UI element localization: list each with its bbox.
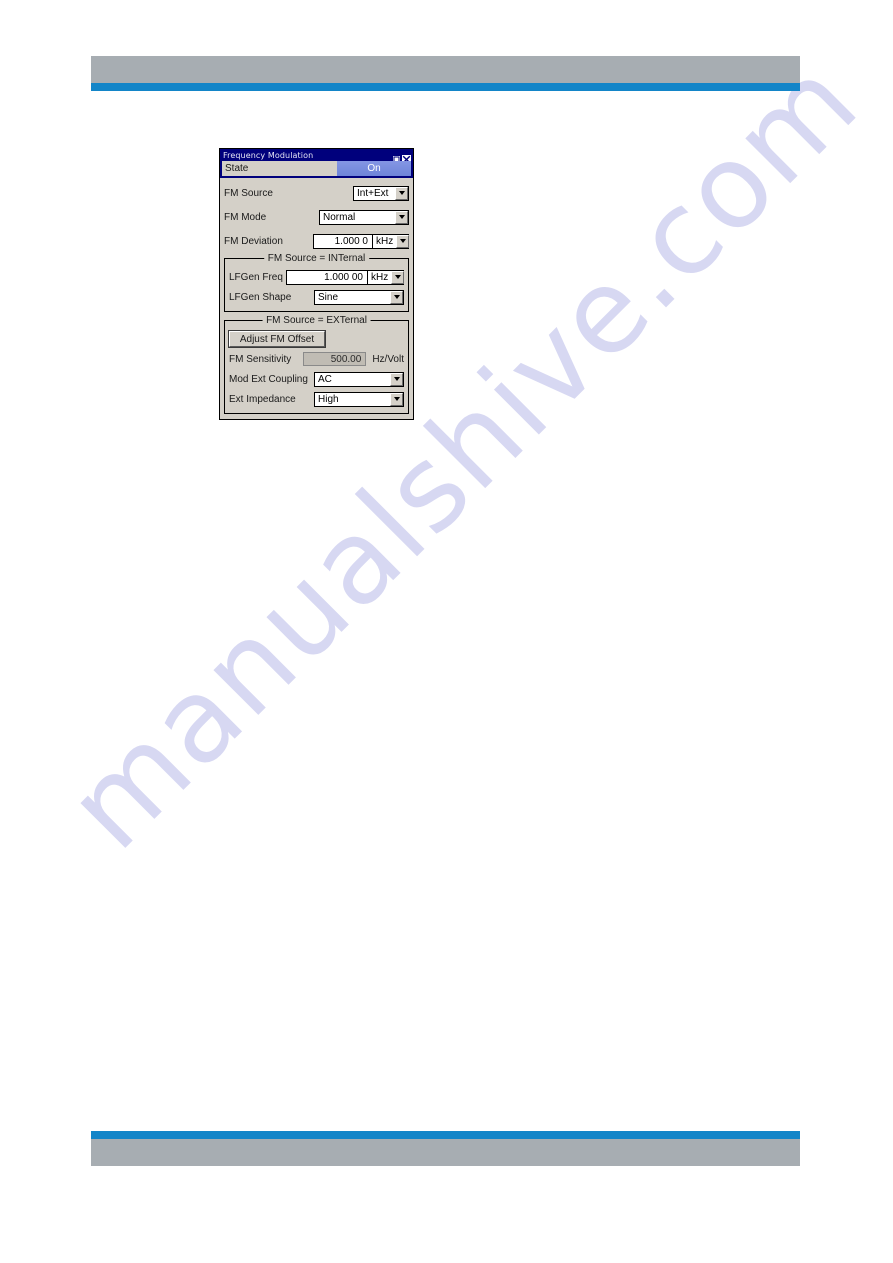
lfgen-freq-unit-select[interactable]: kHz <box>368 269 405 285</box>
lfgen-freq-input[interactable]: 1.000 00 <box>286 269 368 285</box>
mod-ext-coupling-row: Mod Ext Coupling AC <box>229 370 404 388</box>
lfgen-freq-row: LFGen Freq 1.000 00 kHz <box>229 268 405 286</box>
lfgen-freq-label: LFGen Freq <box>229 271 283 283</box>
dialog-body: FM Source Int+Ext FM Mode Normal FM Devi… <box>220 184 413 419</box>
external-group-title: FM Source = EXTernal <box>262 315 371 326</box>
adjust-fm-offset-button[interactable]: Adjust FM Offset <box>228 330 326 348</box>
chevron-down-icon[interactable] <box>395 210 408 224</box>
state-label: State <box>222 161 337 176</box>
fm-deviation-label: FM Deviation <box>224 235 283 247</box>
mod-ext-coupling-label: Mod Ext Coupling <box>229 373 308 385</box>
lfgen-shape-label: LFGen Shape <box>229 291 292 303</box>
page-header-band <box>91 56 800 91</box>
footer-blue-rule <box>91 1131 800 1139</box>
ext-impedance-label: Ext Impedance <box>229 393 296 405</box>
fm-source-value: Int+Ext <box>357 187 389 199</box>
ext-impedance-select[interactable]: High <box>314 391 404 407</box>
fm-sensitivity-row: FM Sensitivity 500.00 Hz/Volt <box>229 350 404 368</box>
chevron-down-icon[interactable] <box>395 186 408 200</box>
footer-gray-bar <box>91 1139 800 1166</box>
ext-impedance-row: Ext Impedance High <box>229 390 404 408</box>
watermark-text: manualshive.com <box>42 33 884 876</box>
close-icon[interactable] <box>402 151 411 164</box>
chevron-down-icon[interactable] <box>390 372 403 386</box>
internal-group-title: FM Source = INTernal <box>263 253 370 264</box>
lfgen-shape-value: Sine <box>318 291 339 303</box>
frequency-modulation-dialog: Frequency Modulation State On FM Source <box>219 148 414 420</box>
mod-ext-coupling-value: AC <box>318 373 332 385</box>
lfgen-shape-row: LFGen Shape Sine <box>229 288 404 306</box>
chevron-down-icon[interactable] <box>390 392 403 406</box>
state-row: State On <box>220 161 413 178</box>
fm-sensitivity-value: 500.00 <box>303 352 367 366</box>
internal-source-group: FM Source = INTernal LFGen Freq 1.000 00… <box>224 253 409 312</box>
titlebar-buttons <box>392 151 411 164</box>
state-toggle[interactable]: On <box>337 161 411 176</box>
fm-source-row: FM Source Int+Ext <box>220 184 413 202</box>
dialog-title: Frequency Modulation <box>223 150 314 160</box>
dialog-titlebar[interactable]: Frequency Modulation <box>220 149 413 164</box>
adjust-fm-offset-row: Adjust FM Offset <box>228 330 404 348</box>
fm-deviation-unit-value: kHz <box>376 235 394 247</box>
header-blue-rule <box>91 83 800 91</box>
fm-mode-value: Normal <box>323 211 356 223</box>
fm-source-select[interactable]: Int+Ext <box>353 185 409 201</box>
fm-deviation-input[interactable]: 1.000 0 <box>313 233 373 249</box>
page-watermark: manualshive.com <box>0 0 893 1263</box>
lfgen-freq-unit-value: kHz <box>371 271 389 283</box>
fm-deviation-unit-select[interactable]: kHz <box>373 233 410 249</box>
lfgen-shape-select[interactable]: Sine <box>314 289 404 305</box>
page-footer-band <box>91 1131 800 1166</box>
fm-mode-row: FM Mode Normal <box>220 208 413 226</box>
ext-impedance-value: High <box>318 393 339 405</box>
mod-ext-coupling-select[interactable]: AC <box>314 371 404 387</box>
fm-source-label: FM Source <box>224 187 273 199</box>
header-gray-bar <box>91 56 800 83</box>
fm-sensitivity-label: FM Sensitivity <box>229 353 292 365</box>
fm-deviation-row: FM Deviation 1.000 0 kHz <box>220 232 413 250</box>
fm-mode-label: FM Mode <box>224 211 267 223</box>
fm-sensitivity-unit: Hz/Volt <box>372 353 404 365</box>
chevron-down-icon[interactable] <box>390 290 403 304</box>
maximize-icon[interactable] <box>392 151 401 164</box>
fm-mode-select[interactable]: Normal <box>319 209 409 225</box>
chevron-down-icon[interactable] <box>391 270 405 284</box>
chevron-down-icon[interactable] <box>396 234 410 248</box>
external-source-group: FM Source = EXTernal Adjust FM Offset FM… <box>224 315 409 414</box>
